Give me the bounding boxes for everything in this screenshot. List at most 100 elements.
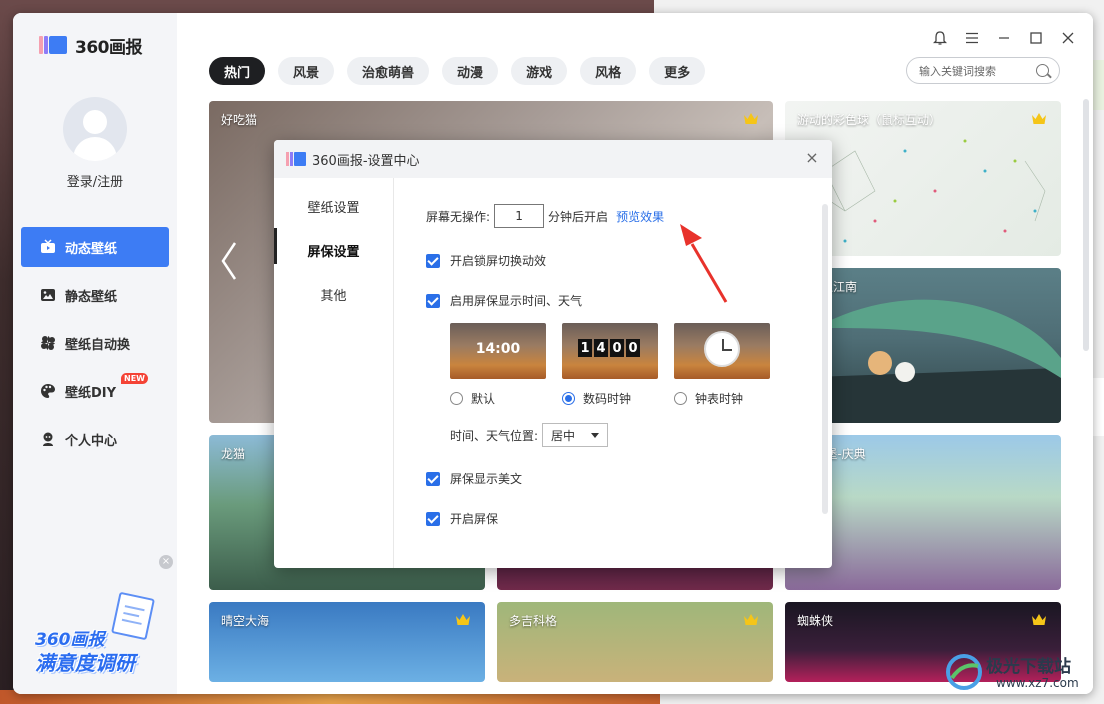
radio-button[interactable] xyxy=(674,392,687,405)
search-icon[interactable] xyxy=(1036,64,1049,77)
clock-style-radios: 默认 数码时钟 钟表时钟 xyxy=(450,390,786,407)
radio-default[interactable]: 默认 xyxy=(450,390,562,407)
menu-icon[interactable] xyxy=(963,29,981,47)
idle-minutes-input[interactable]: 1 xyxy=(494,204,545,228)
radio-button[interactable] xyxy=(450,392,463,405)
checkbox-checked-icon[interactable] xyxy=(426,253,440,268)
digit: 0 xyxy=(610,339,624,357)
sidebar-item-label: 个人中心 xyxy=(65,433,118,449)
survey-banner[interactable]: 360画报 满意度调研 xyxy=(33,591,163,683)
background-window-edge xyxy=(1092,378,1104,436)
image-icon xyxy=(39,286,57,304)
settings-dialog: 360画报-设置中心 × 壁纸设置 屏保设置 其他 屏幕无操作: 1 分钟后开启… xyxy=(274,140,832,568)
dialog-nav-screensaver[interactable]: 屏保设置 xyxy=(274,228,393,272)
search-input[interactable]: 输入关键词搜索 xyxy=(906,57,1060,84)
dialog-nav: 壁纸设置 屏保设置 其他 xyxy=(274,178,394,568)
position-select-value: 居中 xyxy=(551,428,576,443)
main-scrollbar[interactable] xyxy=(1083,99,1089,351)
clock-style-previews: 14:00 1 4 0 0 xyxy=(450,323,770,379)
sidebar-item-label: 壁纸DIY xyxy=(65,385,117,401)
checkbox-checked-icon[interactable] xyxy=(426,293,440,308)
checkbox-checked-icon[interactable] xyxy=(426,471,440,486)
watermark-title: 极光下载站 xyxy=(986,657,1071,677)
tab-style[interactable]: 风格 xyxy=(580,57,637,85)
time-weather-option[interactable]: 启用屏保显示时间、天气 xyxy=(426,292,582,309)
position-label: 时间、天气位置: xyxy=(450,428,539,443)
pinwheel-icon xyxy=(39,334,57,352)
clock-preview-digital[interactable]: 1 4 0 0 xyxy=(562,323,658,379)
sidebar: 360画报 登录/注册 动态壁纸 静态壁纸 壁纸自动换 壁纸DIY NEW 个人… xyxy=(13,13,177,694)
tab-anime[interactable]: 动漫 xyxy=(442,57,499,85)
card-title: 好吃猫 xyxy=(221,113,258,127)
dialog-nav-wallpaper[interactable]: 壁纸设置 xyxy=(274,184,393,228)
clock-preview-default[interactable]: 14:00 xyxy=(450,323,546,379)
checkbox-checked-icon[interactable] xyxy=(426,511,440,526)
tab-scenery[interactable]: 风景 xyxy=(278,57,335,85)
tab-more[interactable]: 更多 xyxy=(649,57,706,85)
show-text-label: 屏保显示美文 xyxy=(450,472,523,486)
bell-icon[interactable] xyxy=(931,29,949,47)
minimize-icon[interactable] xyxy=(995,29,1013,47)
idle-prefix-label: 屏幕无操作: xyxy=(426,209,491,224)
radio-button-selected[interactable] xyxy=(562,392,575,405)
logo-icon xyxy=(39,34,69,56)
digit: 4 xyxy=(594,339,608,357)
sidebar-item-diy[interactable]: 壁纸DIY NEW xyxy=(21,371,169,411)
radio-analog[interactable]: 钟表时钟 xyxy=(674,390,786,407)
wallpaper-card[interactable]: 多吉科格 xyxy=(497,602,773,682)
idle-row: 屏幕无操作: 1 分钟后开启 预览效果 xyxy=(426,204,664,228)
window-controls xyxy=(931,29,1077,47)
watermark-url: www.xz7.com xyxy=(996,676,1079,690)
enable-screensaver-label: 开启屏保 xyxy=(450,512,499,526)
palette-icon xyxy=(39,382,57,400)
default-time-text: 14:00 xyxy=(475,341,521,357)
digital-clock-digits: 1 4 0 0 xyxy=(578,339,640,357)
survey-close-icon[interactable]: × xyxy=(159,555,173,569)
dialog-close-icon[interactable]: × xyxy=(804,150,820,166)
radio-digital[interactable]: 数码时钟 xyxy=(562,390,674,407)
login-link[interactable]: 登录/注册 xyxy=(13,171,177,190)
sidebar-item-auto-change[interactable]: 壁纸自动换 xyxy=(21,323,169,363)
tab-cute-animals[interactable]: 治愈萌兽 xyxy=(347,57,430,85)
enable-screensaver-option[interactable]: 开启屏保 xyxy=(426,510,498,527)
carousel-prev-icon[interactable] xyxy=(219,241,239,281)
card-title: 晴空大海 xyxy=(221,614,270,628)
position-select[interactable]: 居中 xyxy=(542,423,609,447)
watermark: 极光下载站 www.xz7.com xyxy=(944,648,1094,696)
category-tabs: 热门 风景 治愈萌兽 动漫 游戏 风格 更多 xyxy=(209,57,706,85)
logo-icon xyxy=(286,152,306,166)
dialog-nav-other[interactable]: 其他 xyxy=(274,272,393,316)
watermark-logo-icon xyxy=(946,654,982,690)
radio-label: 数码时钟 xyxy=(583,392,632,406)
crown-icon xyxy=(744,614,758,625)
tab-hot[interactable]: 热门 xyxy=(209,57,266,85)
close-icon[interactable] xyxy=(1059,29,1077,47)
crown-icon xyxy=(1032,614,1046,625)
lock-anim-option[interactable]: 开启锁屏切换动效 xyxy=(426,252,546,269)
clock-preview-analog[interactable] xyxy=(674,323,770,379)
tab-games[interactable]: 游戏 xyxy=(511,57,568,85)
digit: 1 xyxy=(578,339,592,357)
digit: 0 xyxy=(626,339,640,357)
sidebar-item-static-wallpaper[interactable]: 静态壁纸 xyxy=(21,275,169,315)
preview-link[interactable]: 预览效果 xyxy=(616,208,664,225)
sidebar-item-label: 动态壁纸 xyxy=(65,241,118,257)
dialog-scrollbar[interactable] xyxy=(822,204,828,514)
position-row: 时间、天气位置: 居中 xyxy=(450,423,609,447)
wallpaper-card[interactable]: 晴空大海 xyxy=(209,602,485,682)
maximize-icon[interactable] xyxy=(1027,29,1045,47)
search-placeholder: 输入关键词搜索 xyxy=(919,64,996,78)
card-title: 游动的彩色球（鼠标互动） xyxy=(797,113,942,127)
idle-suffix-label: 分钟后开启 xyxy=(548,209,609,224)
show-text-option[interactable]: 屏保显示美文 xyxy=(426,470,522,487)
analog-clock-icon xyxy=(704,331,740,367)
crown-icon xyxy=(456,614,470,625)
sidebar-item-profile[interactable]: 个人中心 xyxy=(21,419,169,459)
avatar[interactable] xyxy=(63,97,127,161)
lock-anim-label: 开启锁屏切换动效 xyxy=(450,254,547,268)
card-title: 龙猫 xyxy=(221,447,246,461)
sidebar-item-dynamic-wallpaper[interactable]: 动态壁纸 xyxy=(21,227,169,267)
sidebar-item-label: 静态壁纸 xyxy=(65,289,118,305)
new-badge: NEW xyxy=(121,373,148,384)
logo-text: 360画报 xyxy=(75,37,143,58)
